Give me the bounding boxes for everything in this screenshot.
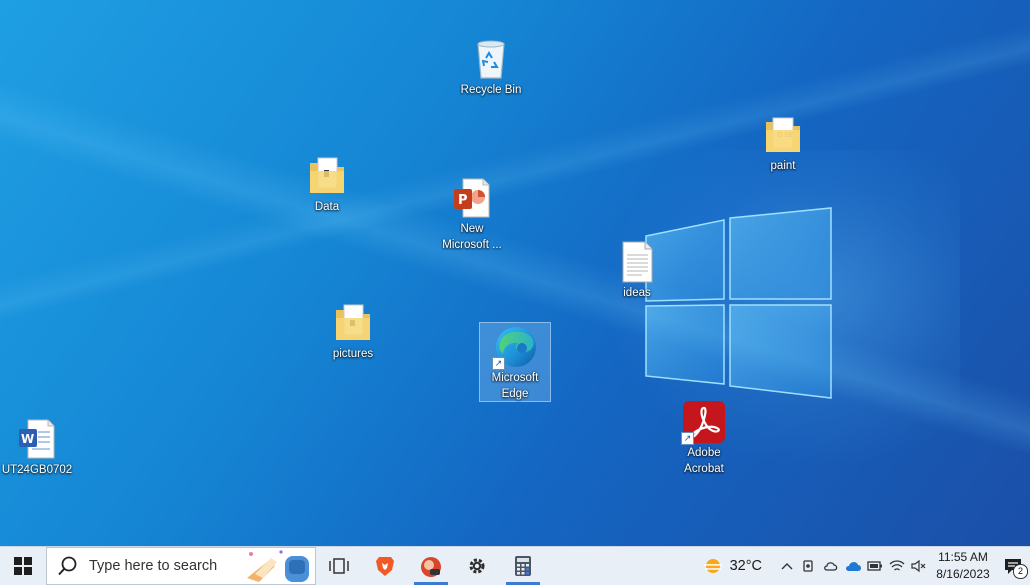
svg-text:P: P (458, 193, 468, 208)
clock-date: 8/16/2023 (936, 567, 990, 581)
taskbar-app-calculator[interactable] (500, 547, 546, 585)
word-file-icon: W (14, 416, 60, 462)
edge-icon: ↗ (492, 324, 538, 370)
onedrive-cloud-icon (845, 562, 861, 571)
wifi-icon (889, 560, 905, 571)
windows-start-icon (14, 557, 32, 575)
desktop-icon-label: Data (314, 201, 340, 213)
calculator-icon (515, 556, 531, 576)
meet-now-icon (803, 560, 813, 572)
brave-browser-icon (376, 557, 394, 576)
search-highlights-illustration-icon (247, 550, 309, 582)
desktop-icon-adobe-acrobat[interactable]: ↗ Adobe Acrobat (662, 399, 746, 477)
desktop-icon-ideas[interactable]: ideas (595, 239, 679, 301)
weather-temperature: 32°C (729, 558, 762, 574)
desktop[interactable]: Recycle Bin D SE paint Data (0, 0, 1030, 546)
taskbar-app-snipping-tool[interactable] (408, 547, 454, 585)
tray-wifi[interactable] (886, 547, 908, 585)
desktop-icon-data[interactable]: Data (285, 153, 369, 215)
start-button[interactable] (0, 547, 46, 585)
snipping-tool-icon (421, 557, 441, 577)
svg-text:W: W (21, 432, 34, 446)
clock-time: 11:55 AM (938, 550, 988, 564)
chevron-up-icon (781, 563, 793, 570)
folder-icon (304, 153, 350, 199)
desktop-icon-word-doc[interactable]: W UT24GB0702 (0, 416, 79, 478)
powerpoint-file-icon: P (449, 175, 495, 221)
gear-icon (469, 558, 485, 574)
desktop-icon-paint[interactable]: D SE paint (741, 112, 825, 174)
task-view-icon (329, 558, 349, 574)
desktop-icon-label: Adobe Acrobat (684, 447, 724, 475)
volume-muted-icon (911, 559, 926, 573)
desktop-icon-label: paint (770, 160, 796, 172)
windows-logo-wallpaper-icon (645, 207, 832, 399)
system-tray: 11:55 AM 8/16/2023 2 (776, 547, 1030, 585)
tray-network-cloud[interactable] (820, 547, 842, 585)
desktop-icon-pictures[interactable]: pictures (311, 300, 395, 362)
shortcut-arrow-icon: ↗ (492, 357, 505, 370)
task-view-button[interactable] (316, 547, 362, 585)
desktop-icon-microsoft-edge[interactable]: ↗ Microsoft Edge (479, 322, 551, 402)
desktop-icon-label: ideas (623, 287, 651, 299)
sunny-weather-icon (703, 559, 722, 573)
desktop-icon-label: Microsoft Edge (491, 372, 539, 400)
notification-count-badge: 2 (1013, 564, 1028, 579)
tray-battery[interactable] (864, 547, 886, 585)
taskbar-search-box[interactable]: Type here to search (46, 547, 316, 585)
desktop-icon-label: New Microsoft ... (442, 223, 502, 251)
weather-widget[interactable]: 32°C (702, 547, 762, 585)
desktop-icon-label: Recycle Bin (460, 84, 522, 96)
notification-center-button[interactable]: 2 (996, 547, 1030, 585)
folder-icon: D SE (760, 112, 806, 158)
tray-meet-now[interactable] (798, 547, 820, 585)
taskbar-clock[interactable]: 11:55 AM 8/16/2023 (930, 549, 996, 583)
taskbar-app-settings[interactable] (454, 547, 500, 585)
cloud-sync-icon (824, 562, 838, 571)
taskbar: Type here to search 32°C 11:55 AM 8/16/2… (0, 546, 1030, 585)
folder-icon (330, 300, 376, 346)
battery-icon (867, 561, 882, 571)
desktop-icon-new-microsoft[interactable]: P New Microsoft ... (430, 175, 514, 253)
recycle-bin-icon (468, 36, 514, 82)
desktop-icon-recycle-bin[interactable]: Recycle Bin (449, 36, 533, 98)
text-file-icon (614, 239, 660, 285)
acrobat-icon: ↗ (681, 399, 727, 445)
tray-volume[interactable] (908, 547, 930, 585)
shortcut-arrow-icon: ↗ (681, 432, 694, 445)
tray-onedrive[interactable] (842, 547, 864, 585)
show-hidden-icons-button[interactable] (776, 547, 798, 585)
desktop-icon-label: pictures (332, 348, 374, 360)
desktop-icon-label: UT24GB0702 (1, 464, 73, 476)
taskbar-app-brave[interactable] (362, 547, 408, 585)
